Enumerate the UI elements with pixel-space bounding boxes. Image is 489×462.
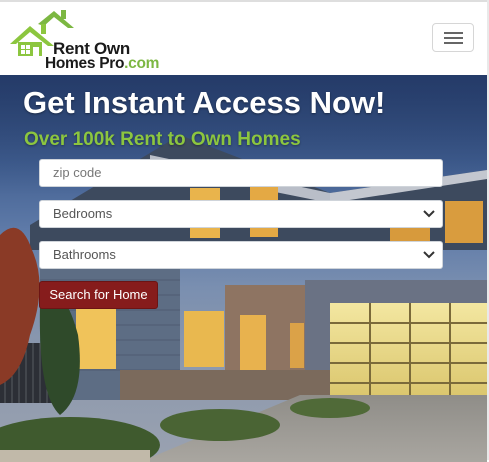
hero-subheadline: Over 100k Rent to Own Homes — [24, 129, 301, 150]
bathrooms-select-value: Bathrooms — [53, 247, 116, 262]
search-for-home-button[interactable]: Search for Home — [39, 281, 158, 309]
hero-headline: Get Instant Access Now! — [23, 85, 386, 120]
chevron-down-icon — [423, 251, 435, 259]
site-logo[interactable]: Rent Own Homes Pro.com — [8, 8, 168, 72]
logo-text-dotcom: .com — [124, 55, 160, 72]
logo-text-line2: Homes Pro.com — [45, 55, 159, 73]
navbar-toggle-button[interactable] — [432, 23, 474, 52]
hero-section: Get Instant Access Now! Over 100k Rent t… — [0, 75, 487, 462]
bathrooms-select[interactable]: Bathrooms — [39, 241, 443, 269]
zip-code-input[interactable]: zip code — [39, 159, 443, 187]
bedrooms-select[interactable]: Bedrooms — [39, 200, 443, 228]
top-navbar: Rent Own Homes Pro.com — [0, 0, 487, 75]
chevron-down-icon — [423, 210, 435, 218]
logo-text-main: Homes Pro — [45, 55, 125, 72]
bedrooms-select-value: Bedrooms — [53, 206, 113, 221]
